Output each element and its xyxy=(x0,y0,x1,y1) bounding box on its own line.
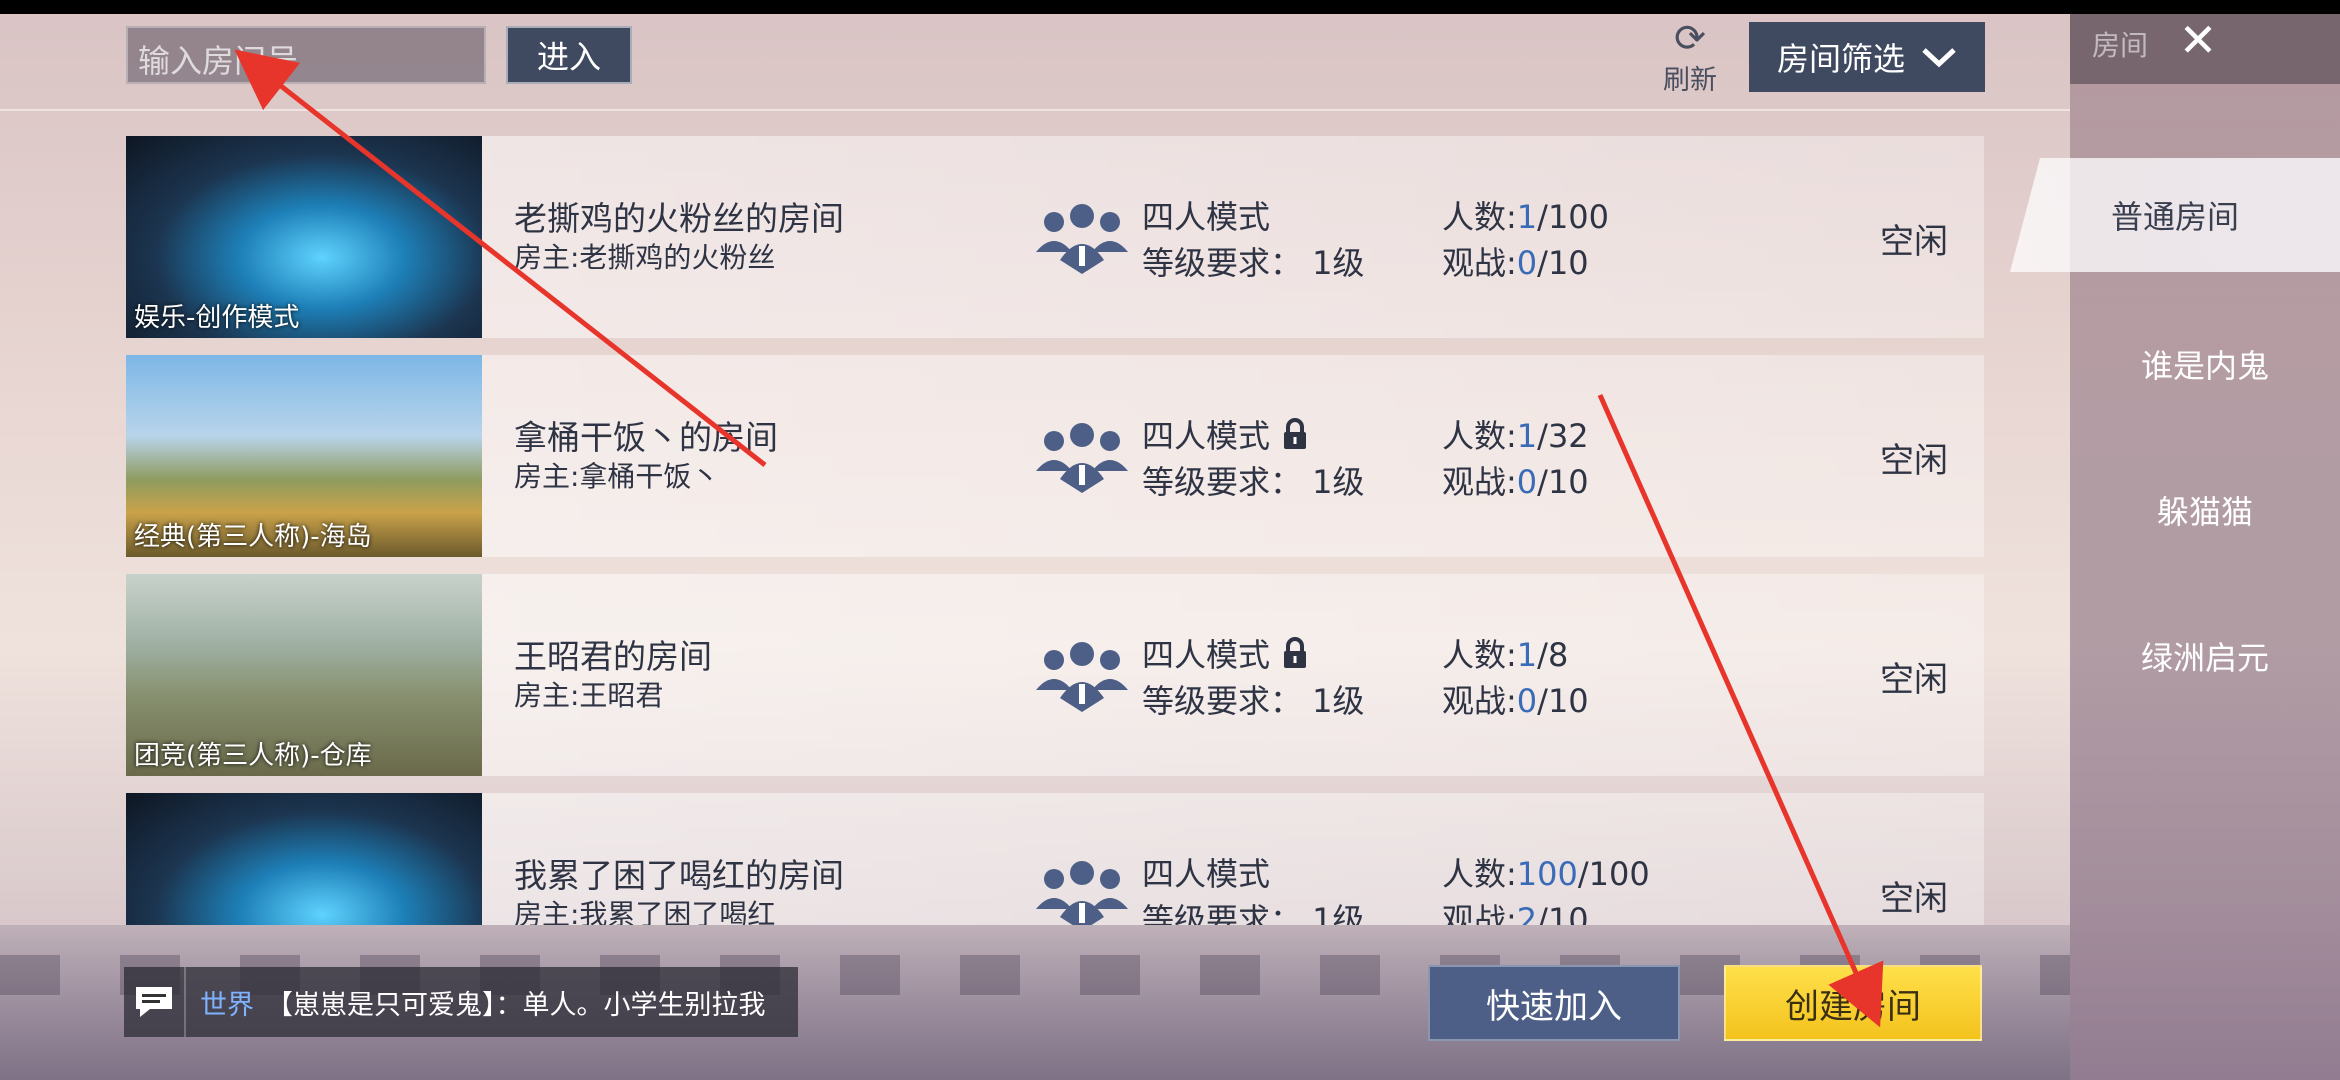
lock-icon xyxy=(1284,418,1307,449)
sidebar-item-who-is-impostor[interactable]: 谁是内鬼 xyxy=(2070,314,2340,414)
player-count-current: 100 xyxy=(1516,855,1578,893)
player-count-max: /8 xyxy=(1537,636,1569,674)
room-filter-button[interactable]: 房间筛选 xyxy=(1749,22,1985,92)
player-count: 人数:1/32 xyxy=(1442,411,1589,457)
squad-icon xyxy=(1036,861,1128,925)
spectator-count-current: 0 xyxy=(1516,463,1538,501)
status-bar xyxy=(0,0,2340,14)
spectator-count-label: 观战: xyxy=(1442,244,1517,282)
room-host: 房主:王昭君 xyxy=(514,679,664,712)
room-name: 我累了困了喝红的房间 xyxy=(514,856,844,895)
room-host: 房主:老撕鸡的火粉丝 xyxy=(514,241,776,274)
room-thumbnail: 经典(第三人称)-海岛 xyxy=(126,355,482,557)
level-requirement: 等级要求： 1级 xyxy=(1142,244,1365,282)
squad-icon xyxy=(1036,642,1128,712)
level-requirement: 等级要求： 1级 xyxy=(1142,682,1365,720)
room-mode-label: 四人模式 xyxy=(1142,636,1271,674)
player-count-current: 1 xyxy=(1516,636,1538,674)
room-thumbnail: 娱乐-创作模式 xyxy=(126,136,482,338)
sidebar-item-normal-room[interactable]: 普通房间 xyxy=(2010,158,2340,272)
spectator-count-label: 观战: xyxy=(1442,901,1517,925)
spectator-count-label: 观战: xyxy=(1442,463,1517,501)
lock-icon xyxy=(1284,637,1307,668)
player-count-max: /100 xyxy=(1577,855,1650,893)
chat-channel: 世界 xyxy=(200,989,254,1021)
spectator-count-max: /10 xyxy=(1537,901,1589,925)
player-count: 人数:1/8 xyxy=(1442,630,1568,676)
sidebar-item-label: 躲猫猫 xyxy=(2156,493,2253,531)
room-mode: 四人模式 xyxy=(1142,192,1270,238)
world-chat-bar[interactable]: 世界 【崽崽是只可爱鬼】：单人。小学生别拉我 xyxy=(124,967,798,1037)
chat-message: 【崽崽是只可爱鬼】：单人。小学生别拉我 xyxy=(266,989,766,1021)
room-status: 空闲 xyxy=(1880,441,1948,481)
room-row[interactable]: 团竞(第三人称)-仓库 王昭君的房间 房主:王昭君 四人模式 等级要求： 1级 … xyxy=(126,574,1984,776)
room-mode-caption: 娱乐-创作模式 xyxy=(134,303,300,333)
room-mode-label: 四人模式 xyxy=(1142,417,1271,455)
room-status: 空闲 xyxy=(1880,222,1948,262)
player-count-label: 人数: xyxy=(1442,417,1517,455)
spectator-count-max: /10 xyxy=(1537,244,1589,282)
room-row[interactable]: 经典(第三人称)-海岛 拿桶干饭丶的房间 房主:拿桶干饭丶 四人模式 等级要求：… xyxy=(126,355,1984,557)
spectator-count: 观战:2/10 xyxy=(1442,895,1589,925)
close-icon[interactable]: ✕ xyxy=(2172,14,2224,66)
player-count-current: 1 xyxy=(1516,198,1538,236)
spectator-count-label: 观战: xyxy=(1442,682,1517,720)
spectator-count-max: /10 xyxy=(1537,682,1589,720)
refresh-button[interactable]: ⟳ 刷新 xyxy=(1655,18,1725,98)
level-requirement: 等级要求： 1级 xyxy=(1142,463,1365,501)
player-count-label: 人数: xyxy=(1442,855,1517,893)
room-name: 老撕鸡的火粉丝的房间 xyxy=(514,199,844,238)
level-requirement: 等级要求： 1级 xyxy=(1142,901,1365,925)
player-count-max: /32 xyxy=(1537,417,1589,455)
room-host: 房主:拿桶干饭丶 xyxy=(514,460,720,493)
room-row[interactable]: 我累了困了喝红的房间 房主:我累了困了喝红 四人模式 等级要求： 1级 人数:1… xyxy=(126,793,1984,925)
chat-bubble-icon[interactable] xyxy=(124,967,186,1037)
sidebar-item-label: 绿洲启元 xyxy=(2140,639,2269,677)
room-thumbnail xyxy=(126,793,482,925)
spectator-count: 观战:0/10 xyxy=(1442,238,1589,284)
room-row[interactable]: 娱乐-创作模式 老撕鸡的火粉丝的房间 房主:老撕鸡的火粉丝 四人模式 等级要求：… xyxy=(126,136,1984,338)
quick-join-button[interactable]: 快速加入 xyxy=(1428,965,1680,1041)
room-name: 拿桶干饭丶的房间 xyxy=(514,418,778,457)
sidebar-item-oasis[interactable]: 绿洲启元 xyxy=(2070,606,2340,706)
create-room-button[interactable]: 创建房间 xyxy=(1724,965,1982,1041)
player-count-label: 人数: xyxy=(1442,198,1517,236)
room-status: 空闲 xyxy=(1880,879,1948,919)
player-count: 人数:100/100 xyxy=(1442,849,1650,895)
player-count: 人数:1/100 xyxy=(1442,192,1609,238)
enter-button[interactable]: 进入 xyxy=(506,26,632,84)
refresh-label: 刷新 xyxy=(1663,65,1717,96)
spectator-count: 观战:0/10 xyxy=(1442,457,1589,503)
sidebar-item-hide-and-seek[interactable]: 躲猫猫 xyxy=(2070,460,2340,560)
header-divider xyxy=(0,109,2070,111)
squad-icon xyxy=(1036,204,1128,274)
room-mode: 四人模式 xyxy=(1142,411,1308,457)
spectator-count-max: /10 xyxy=(1537,463,1589,501)
room-mode: 四人模式 xyxy=(1142,630,1308,676)
refresh-icon: ⟳ xyxy=(1674,16,1706,60)
sidebar-item-label: 普通房间 xyxy=(2110,198,2239,236)
spectator-count-current: 2 xyxy=(1516,901,1538,925)
room-thumbnail: 团竞(第三人称)-仓库 xyxy=(126,574,482,776)
player-count-current: 1 xyxy=(1516,417,1538,455)
room-mode-caption: 经典(第三人称)-海岛 xyxy=(134,522,372,552)
spectator-count-current: 0 xyxy=(1516,244,1538,282)
chevron-down-icon xyxy=(1922,48,1956,68)
room-number-input[interactable]: 输入房间号 xyxy=(126,26,486,84)
room-mode: 四人模式 xyxy=(1142,849,1270,895)
room-mode-caption: 团竞(第三人称)-仓库 xyxy=(134,741,372,771)
player-count-label: 人数: xyxy=(1442,636,1517,674)
squad-icon xyxy=(1036,423,1128,493)
player-count-max: /100 xyxy=(1537,198,1610,236)
room-mode-label: 四人模式 xyxy=(1142,198,1271,236)
spectator-count: 观战:0/10 xyxy=(1442,676,1589,722)
room-mode-label: 四人模式 xyxy=(1142,855,1271,893)
room-status: 空闲 xyxy=(1880,660,1948,700)
sidebar-title: 房间 xyxy=(2092,29,2149,62)
sidebar-item-label: 谁是内鬼 xyxy=(2140,347,2269,385)
room-name: 王昭君的房间 xyxy=(514,637,712,676)
room-filter-label: 房间筛选 xyxy=(1776,40,1905,78)
spectator-count-current: 0 xyxy=(1516,682,1538,720)
room-host: 房主:我累了困了喝红 xyxy=(514,898,776,925)
